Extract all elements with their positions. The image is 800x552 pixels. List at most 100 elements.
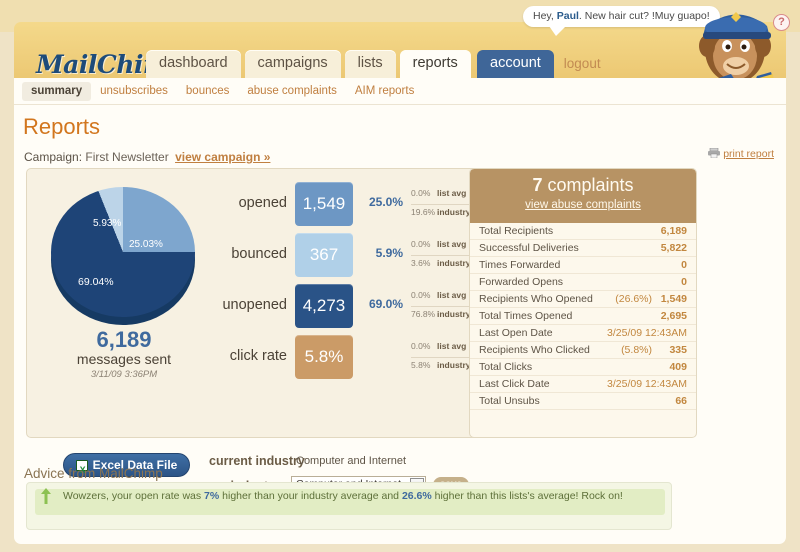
current-industry-value: Computer and Internet xyxy=(296,455,406,467)
subnav-item-unsubscribes[interactable]: unsubscribes xyxy=(91,82,177,101)
row-value: 2,695 xyxy=(661,308,687,325)
stat-value-box: 367 xyxy=(295,233,353,277)
subnav-item-aim-reports[interactable]: AIM reports xyxy=(346,82,423,101)
delivery-pie-chart: 25.03% 5.93% 69.04% xyxy=(45,181,203,331)
row-key: Total Recipients xyxy=(479,225,553,237)
advice-text-3: higher than this lists's average! Rock o… xyxy=(432,490,623,502)
row-value: 66 xyxy=(675,393,687,410)
mailchimp-reports-page: MailChimp Hey, Paul. New hair cut? !Muy … xyxy=(0,0,800,552)
advice-text: Wowzers, your open rate was 7% higher th… xyxy=(63,490,623,502)
messages-sent-date: 3/11/09 3:36PM xyxy=(45,369,203,380)
main-nav-tabs: dashboard campaigns lists reports xyxy=(146,50,475,78)
pie-label-opened: 25.03% xyxy=(129,239,163,250)
advice-text-1: Wowzers, your open rate was xyxy=(63,490,204,502)
advice-section-title: Advice from MailChimp xyxy=(24,466,163,481)
tab-lists[interactable]: lists xyxy=(345,50,396,78)
industry-avg-value: 19.6% xyxy=(411,207,437,217)
row-key: Total Clicks xyxy=(479,361,532,373)
tab-dashboard[interactable]: dashboard xyxy=(146,50,241,78)
pie-label-unopened: 69.04% xyxy=(78,276,114,288)
complaints-word: complaints xyxy=(547,175,633,195)
complaints-panel: 7 complaints view abuse complaints Total… xyxy=(469,168,697,438)
row-key: Total Unsubs xyxy=(479,395,540,407)
tab-reports[interactable]: reports xyxy=(400,50,471,78)
table-row: Total Clicks 409 xyxy=(470,359,696,376)
table-row: Last Click Date 3/25/09 12:43AM xyxy=(470,376,696,393)
list-avg-label: list avg xyxy=(437,239,466,249)
row-sub: (26.6%) xyxy=(615,291,652,308)
row-key: Times Forwarded xyxy=(479,259,560,271)
up-arrow-icon xyxy=(41,488,50,504)
row-value: 0 xyxy=(681,274,687,291)
pie-slices xyxy=(51,187,195,317)
messages-sent-count: 6,189 xyxy=(45,327,203,353)
campaign-breadcrumb: Campaign: First Newsletter view campaign… xyxy=(24,150,270,164)
subnav-item-abuse-complaints[interactable]: abuse complaints xyxy=(238,82,346,101)
chimp-mascot-icon xyxy=(683,0,783,86)
row-sub: (5.8%) xyxy=(621,342,652,359)
content-body: summary unsubscribes bounces abuse compl… xyxy=(14,78,786,544)
table-row: Total Unsubs 66 xyxy=(470,393,696,410)
row-value: 409 xyxy=(669,359,687,376)
greeting-user: Paul xyxy=(557,10,579,22)
industry-avg-value: 5.8% xyxy=(411,360,437,370)
list-avg-value: 0.0% xyxy=(411,188,437,198)
stat-name: unopened xyxy=(203,297,287,313)
row-value: 5,822 xyxy=(661,240,687,257)
subnav-item-summary[interactable]: summary xyxy=(22,82,91,101)
row-key: Forwarded Opens xyxy=(479,276,563,288)
row-key: Total Times Opened xyxy=(479,310,572,322)
stat-percent: 25.0% xyxy=(359,195,403,209)
stat-value-box: 5.8% xyxy=(295,335,353,379)
stat-percent: 5.9% xyxy=(359,246,403,260)
row-key: Last Click Date xyxy=(479,378,550,390)
account-nav: account logout xyxy=(477,50,611,78)
complaints-title: 7 complaints xyxy=(470,175,696,196)
row-key: Successful Deliveries xyxy=(479,242,579,254)
view-abuse-complaints-link[interactable]: view abuse complaints xyxy=(470,199,696,211)
industry-avg-value: 3.6% xyxy=(411,258,437,268)
greeting-prefix: Hey, xyxy=(533,10,554,22)
page-title: Reports xyxy=(23,114,100,140)
row-value: 6,189 xyxy=(661,223,687,240)
stat-rows: opened 1,549 25.0% 0.0%list avg 19.6%ind… xyxy=(203,179,493,383)
stat-row-bounced: bounced 367 5.9% 0.0%list avg 3.6%indust… xyxy=(203,230,493,280)
stat-row-click-rate: click rate 5.8% 0.0%list avg 5.8%industr… xyxy=(203,332,493,382)
stat-name: click rate xyxy=(203,348,287,364)
tab-account[interactable]: account xyxy=(477,50,554,78)
complaints-count: 7 xyxy=(532,175,542,195)
stat-value-box: 1,549 xyxy=(295,182,353,226)
list-avg-label: list avg xyxy=(437,290,466,300)
stat-name: bounced xyxy=(203,246,287,262)
advice-highlight-1: 7% xyxy=(204,490,219,502)
stat-name: opened xyxy=(203,195,287,211)
table-row: Recipients Who Opened (26.6%) 1,549 xyxy=(470,291,696,308)
row-value: 0 xyxy=(681,257,687,274)
stat-row-opened: opened 1,549 25.0% 0.0%list avg 19.6%ind… xyxy=(203,179,493,229)
row-value: 3/25/09 12:43AM xyxy=(607,325,687,342)
print-report-link[interactable]: print report xyxy=(708,148,774,160)
current-industry-label: current industry xyxy=(209,454,305,468)
subnav-divider xyxy=(14,104,786,105)
campaign-label: Campaign: xyxy=(24,150,82,164)
pie-label-bounced: 5.93% xyxy=(93,218,121,229)
subnav-item-bounces[interactable]: bounces xyxy=(177,82,238,101)
row-key: Recipients Who Opened xyxy=(479,293,593,305)
table-row: Forwarded Opens 0 xyxy=(470,274,696,291)
sub-nav: summary unsubscribes bounces abuse compl… xyxy=(22,82,423,102)
printer-icon xyxy=(708,148,720,157)
industry-avg-value: 76.8% xyxy=(411,309,437,319)
row-key: Last Open Date xyxy=(479,327,553,339)
logout-link[interactable]: logout xyxy=(554,50,611,78)
tab-campaigns[interactable]: campaigns xyxy=(245,50,341,78)
help-icon[interactable]: ? xyxy=(773,14,790,31)
row-value: 335 xyxy=(669,342,687,359)
table-row: Last Open Date 3/25/09 12:43AM xyxy=(470,325,696,342)
row-value: 3/25/09 12:43AM xyxy=(607,376,687,393)
table-row: Times Forwarded 0 xyxy=(470,257,696,274)
view-campaign-link[interactable]: view campaign » xyxy=(175,150,270,164)
complaints-header: 7 complaints view abuse complaints xyxy=(470,169,696,223)
table-row: Recipients Who Clicked (5.8%) 335 xyxy=(470,342,696,359)
row-value: 1,549 xyxy=(661,291,687,308)
list-avg-value: 0.0% xyxy=(411,341,437,351)
